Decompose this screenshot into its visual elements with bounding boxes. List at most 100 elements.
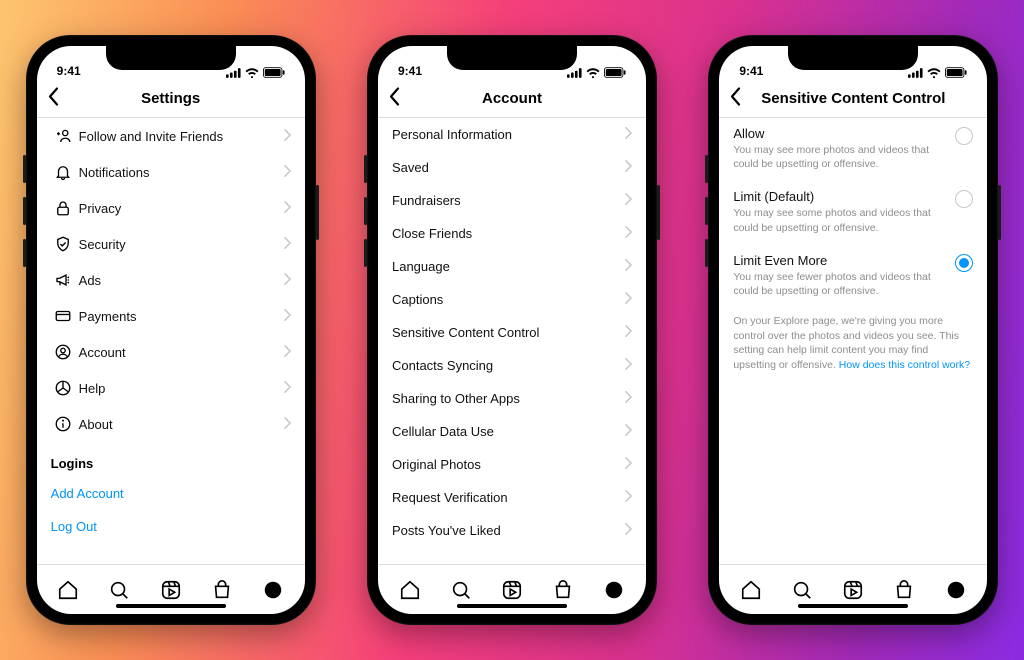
- home-indicator[interactable]: [116, 604, 226, 608]
- row-notifications[interactable]: Notifications: [37, 154, 305, 190]
- chevron-right-icon: [625, 259, 632, 274]
- row-sensitive-content[interactable]: Sensitive Content Control: [378, 316, 646, 349]
- wifi-icon: [245, 68, 259, 78]
- option-limit-more[interactable]: Limit Even More You may see fewer photos…: [719, 245, 987, 308]
- home-indicator[interactable]: [798, 604, 908, 608]
- option-limit[interactable]: Limit (Default) You may see some photos …: [719, 181, 987, 244]
- account-list[interactable]: Personal Information Saved Fundraisers C…: [378, 118, 646, 564]
- row-label: Posts You've Liked: [392, 523, 625, 538]
- row-label: Request Verification: [392, 490, 625, 505]
- row-cellular[interactable]: Cellular Data Use: [378, 415, 646, 448]
- status-indicators: [908, 67, 967, 78]
- row-account[interactable]: Account: [37, 334, 305, 370]
- tab-profile[interactable]: [945, 579, 967, 601]
- wifi-icon: [586, 68, 600, 78]
- user-icon: [51, 343, 75, 361]
- status-indicators: [226, 67, 285, 78]
- chevron-right-icon: [625, 160, 632, 175]
- row-privacy[interactable]: Privacy: [37, 190, 305, 226]
- chevron-right-icon: [284, 309, 291, 324]
- tab-shop[interactable]: [211, 579, 233, 601]
- notch: [106, 46, 236, 70]
- tab-profile[interactable]: [262, 579, 284, 601]
- row-about[interactable]: About: [37, 406, 305, 442]
- signal-icon: [567, 68, 582, 78]
- tab-shop[interactable]: [893, 579, 915, 601]
- tab-reels[interactable]: [160, 579, 182, 601]
- home-indicator[interactable]: [457, 604, 567, 608]
- row-sharing[interactable]: Sharing to Other Apps: [378, 382, 646, 415]
- status-time: 9:41: [398, 64, 422, 78]
- tab-home[interactable]: [740, 579, 762, 601]
- radio-icon[interactable]: [955, 190, 973, 208]
- tab-home[interactable]: [399, 579, 421, 601]
- option-title: Limit (Default): [733, 189, 945, 204]
- tab-search[interactable]: [108, 579, 130, 601]
- chevron-right-icon: [625, 292, 632, 307]
- row-label: Help: [75, 381, 284, 396]
- bell-icon: [51, 163, 75, 181]
- screen: 9:41 Sensitive Content Control Allow You…: [719, 46, 987, 614]
- explain-link[interactable]: How does this control work?: [839, 359, 970, 371]
- back-button[interactable]: [388, 86, 400, 111]
- row-fundraisers[interactable]: Fundraisers: [378, 184, 646, 217]
- page-title: Account: [482, 90, 542, 107]
- option-desc: You may see some photos and videos that …: [733, 206, 945, 234]
- row-saved[interactable]: Saved: [378, 151, 646, 184]
- row-request-verification[interactable]: Request Verification: [378, 481, 646, 514]
- row-personal-info[interactable]: Personal Information: [378, 118, 646, 151]
- page-title: Sensitive Content Control: [761, 90, 945, 107]
- row-language[interactable]: Language: [378, 250, 646, 283]
- radio-icon[interactable]: [955, 254, 973, 272]
- row-ads[interactable]: Ads: [37, 262, 305, 298]
- back-button[interactable]: [47, 86, 59, 111]
- row-original-photos[interactable]: Original Photos: [378, 448, 646, 481]
- chevron-right-icon: [625, 391, 632, 406]
- tab-search[interactable]: [450, 579, 472, 601]
- row-label: Saved: [392, 160, 625, 175]
- signal-icon: [226, 68, 241, 78]
- chevron-right-icon: [284, 237, 291, 252]
- shield-icon: [51, 235, 75, 253]
- status-time: 9:41: [739, 64, 763, 78]
- row-follow-invite[interactable]: Follow and Invite Friends: [37, 118, 305, 154]
- row-posts-liked[interactable]: Posts You've Liked: [378, 514, 646, 547]
- radio-icon[interactable]: [955, 127, 973, 145]
- chevron-right-icon: [625, 358, 632, 373]
- chevron-right-icon: [625, 523, 632, 538]
- phone-account: 9:41 Account Personal Information Saved …: [367, 35, 657, 625]
- chevron-right-icon: [284, 129, 291, 144]
- tab-search[interactable]: [791, 579, 813, 601]
- chevron-right-icon: [625, 193, 632, 208]
- row-close-friends[interactable]: Close Friends: [378, 217, 646, 250]
- battery-icon: [604, 67, 626, 78]
- row-help[interactable]: Help: [37, 370, 305, 406]
- tab-shop[interactable]: [552, 579, 574, 601]
- tab-profile[interactable]: [603, 579, 625, 601]
- screen: 9:41 Settings Follow and Invite Friends …: [37, 46, 305, 614]
- logins-header: Logins: [37, 442, 305, 477]
- chevron-left-icon: [47, 86, 59, 106]
- back-button[interactable]: [729, 86, 741, 111]
- option-allow[interactable]: Allow You may see more photos and videos…: [719, 118, 987, 181]
- row-label: Contacts Syncing: [392, 358, 625, 373]
- tab-reels[interactable]: [501, 579, 523, 601]
- row-label: Captions: [392, 292, 625, 307]
- chevron-right-icon: [625, 226, 632, 241]
- tab-home[interactable]: [57, 579, 79, 601]
- nav-bar: Account: [378, 80, 646, 118]
- row-captions[interactable]: Captions: [378, 283, 646, 316]
- battery-icon: [945, 67, 967, 78]
- row-security[interactable]: Security: [37, 226, 305, 262]
- row-contacts-syncing[interactable]: Contacts Syncing: [378, 349, 646, 382]
- log-out-link[interactable]: Log Out: [37, 510, 305, 543]
- settings-list[interactable]: Follow and Invite Friends Notifications …: [37, 118, 305, 564]
- row-label: Sharing to Other Apps: [392, 391, 625, 406]
- row-payments[interactable]: Payments: [37, 298, 305, 334]
- add-account-link[interactable]: Add Account: [37, 477, 305, 510]
- tab-reels[interactable]: [842, 579, 864, 601]
- card-icon: [51, 307, 75, 325]
- notch: [447, 46, 577, 70]
- row-label: Payments: [75, 309, 284, 324]
- row-label: Cellular Data Use: [392, 424, 625, 439]
